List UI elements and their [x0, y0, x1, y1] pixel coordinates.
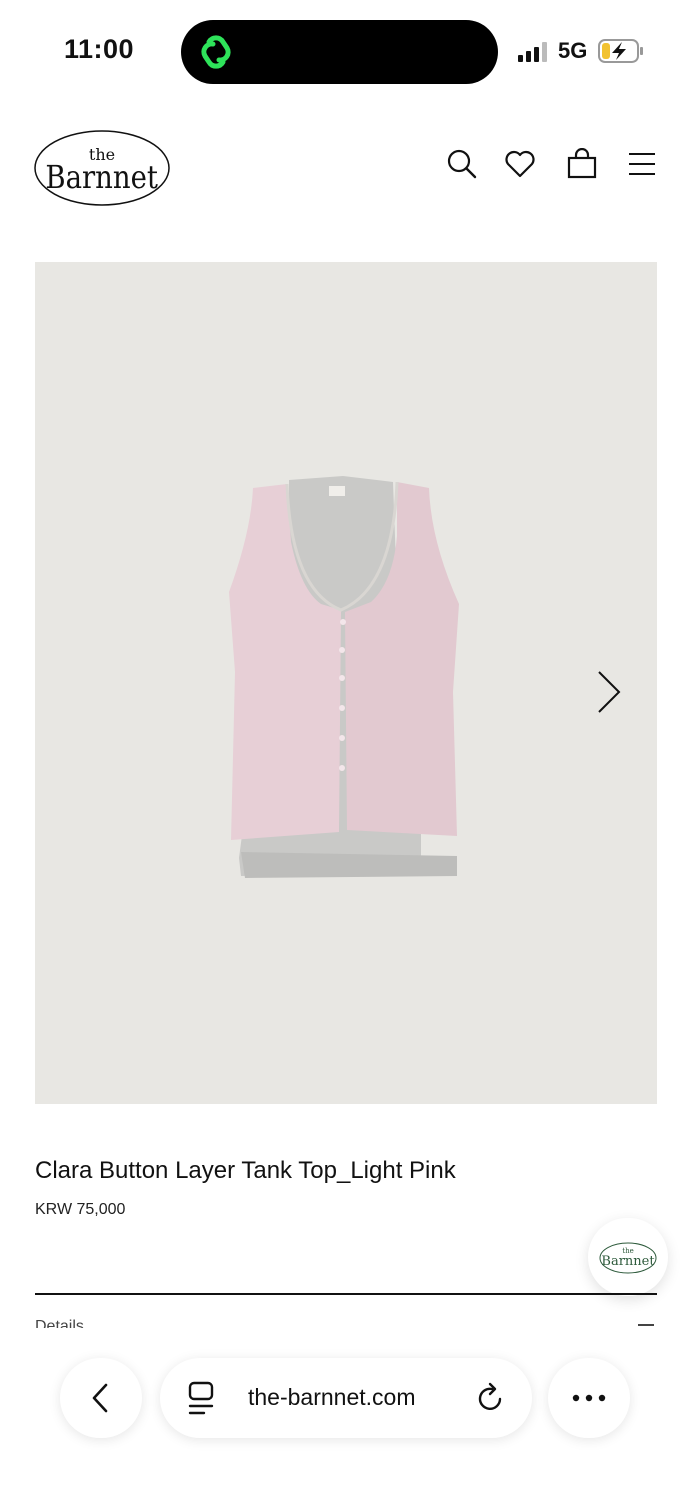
menu-icon[interactable] — [626, 148, 658, 180]
product-price: KRW 75,000 — [35, 1201, 126, 1218]
mini-logo-main-text: Barnnet — [601, 1254, 655, 1269]
heart-icon[interactable] — [504, 148, 536, 180]
reload-icon[interactable] — [474, 1382, 506, 1414]
logo-main-text: Barnnet — [45, 159, 158, 197]
barnnet-logo[interactable]: the Barnnet — [32, 124, 172, 206]
dynamic-island — [181, 20, 498, 84]
bag-icon[interactable] — [566, 148, 598, 180]
browser-more-button[interactable] — [548, 1358, 630, 1438]
link-app-icon — [201, 35, 231, 69]
browser-back-button[interactable] — [60, 1358, 142, 1438]
details-toggle-icon[interactable] — [638, 1324, 654, 1326]
address-bar[interactable]: the-barnnet.com — [160, 1358, 532, 1438]
chevron-left-icon — [92, 1383, 108, 1413]
details-accordion-label[interactable]: Details — [35, 1318, 84, 1328]
status-time: 11:00 — [64, 34, 135, 64]
page-menu-icon — [188, 1381, 214, 1415]
product-title: Clara Button Layer Tank Top_Light Pink — [35, 1157, 456, 1184]
next-image-chevron-icon[interactable] — [589, 666, 629, 718]
brand-chat-button[interactable]: the Barnnet — [588, 1218, 668, 1296]
barnnet-mini-logo: the Barnnet — [599, 1242, 657, 1274]
site-header: the Barnnet — [0, 118, 692, 218]
product-image[interactable] — [35, 262, 657, 1104]
url-text[interactable]: the-barnnet.com — [248, 1384, 415, 1411]
browser-toolbar: the-barnnet.com — [0, 1330, 692, 1500]
section-divider — [35, 1293, 657, 1295]
network-type: 5G — [558, 38, 588, 63]
status-bar: 11:00 5G — [0, 0, 692, 100]
tank-top-photo — [229, 476, 459, 878]
search-icon[interactable] — [446, 148, 478, 180]
battery-charging-icon — [598, 39, 643, 63]
signal-icon — [518, 42, 547, 62]
more-dots-icon — [572, 1394, 606, 1402]
